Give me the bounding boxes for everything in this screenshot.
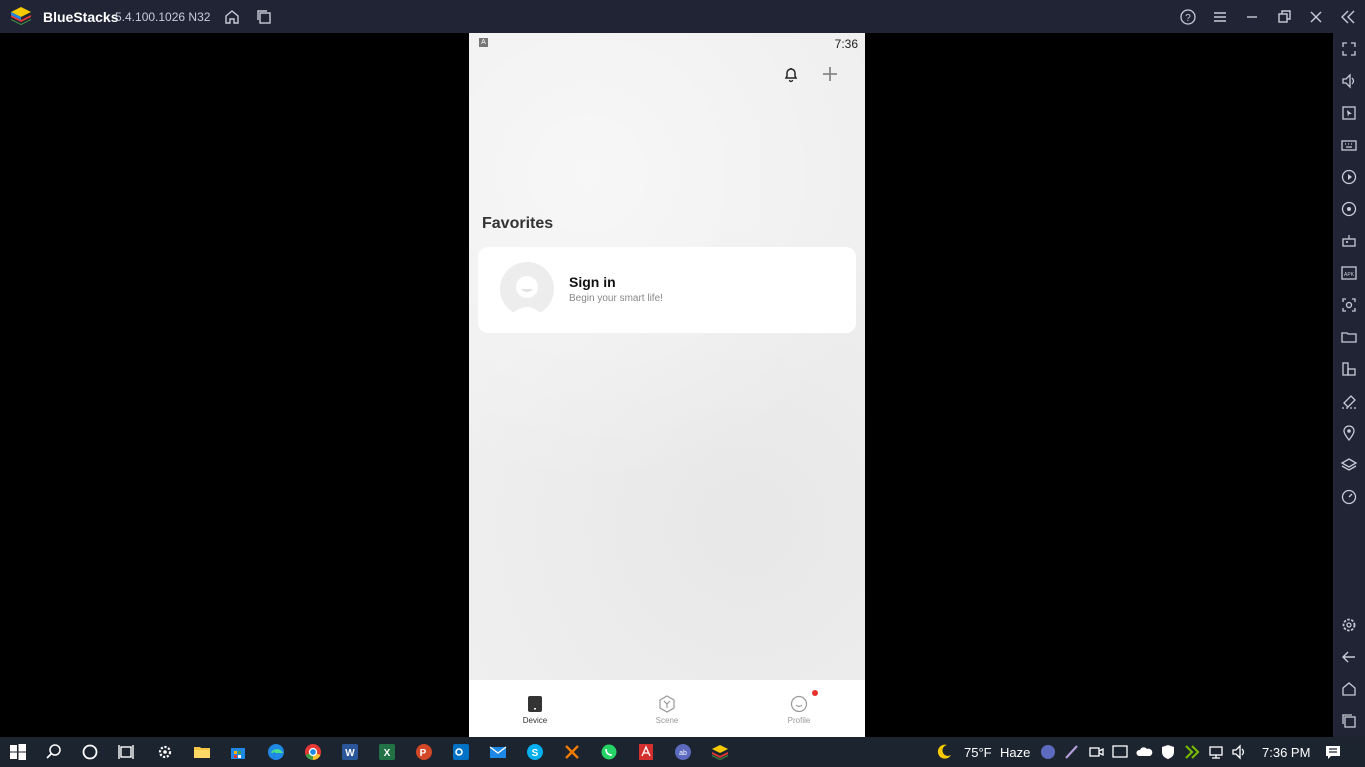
windows-start-icon[interactable] [9,743,27,761]
pointer-icon[interactable] [1340,104,1358,122]
phone-screen: A 7:36 Favorites Sign in Begin your smar… [469,33,865,737]
speaker-icon[interactable] [1231,743,1249,761]
folder-icon[interactable] [1340,328,1358,346]
multi-instance-icon[interactable] [255,8,273,26]
onedrive-icon[interactable] [1135,743,1153,761]
nav-profile[interactable]: Profile [733,680,865,737]
skype-icon[interactable]: S [526,743,544,761]
sign-in-subtitle: Begin your smart life! [569,293,663,304]
back-icon[interactable] [1340,648,1358,666]
x-app-icon[interactable] [563,743,581,761]
pen-icon[interactable] [1063,743,1081,761]
weather-temp: 75°F [964,745,992,760]
app-ab-icon[interactable]: ab [674,743,692,761]
clock[interactable]: 7:36 PM [1262,745,1310,760]
scene-icon [658,695,676,713]
favorites-title: Favorites [482,215,554,232]
store-icon[interactable] [229,743,247,761]
device-icon [526,695,544,713]
restore-icon[interactable] [1275,8,1293,26]
apk-icon[interactable]: APK [1340,264,1358,282]
macro-icon[interactable] [1340,168,1358,186]
title-bar: BlueStacks 5.4.100.1026 N32 ? [0,0,1365,33]
settings-icon[interactable] [1340,616,1358,634]
status-time: 7:36 [834,37,858,51]
android-home-icon[interactable] [1340,680,1358,698]
acrobat-icon[interactable] [637,743,655,761]
right-sidebar: APK [1333,33,1365,737]
close-icon[interactable] [1307,8,1325,26]
svg-text:S: S [532,748,539,759]
gamepad-icon[interactable] [1340,232,1358,250]
svg-text:?: ? [1185,13,1191,24]
profile-icon [790,695,808,713]
cortana-icon[interactable] [81,743,99,761]
app-name: BlueStacks [43,9,119,25]
sign-in-card[interactable]: Sign in Begin your smart life! [478,247,856,333]
home-icon[interactable] [223,8,241,26]
network-icon[interactable] [1207,743,1225,761]
collapse-icon[interactable] [1339,8,1357,26]
task-view-icon[interactable] [117,743,135,761]
bell-icon[interactable] [782,65,800,83]
nav-device-label: Device [522,716,548,725]
outlook-icon[interactable] [452,743,470,761]
volume-icon[interactable] [1340,72,1358,90]
speed-icon[interactable] [1340,488,1358,506]
svg-text:P: P [420,748,427,759]
meet-icon[interactable] [1087,743,1105,761]
add-device-icon[interactable] [820,64,840,84]
avatar [500,262,554,316]
search-icon[interactable] [45,743,63,761]
chrome-icon[interactable] [304,743,322,761]
fullscreen-icon[interactable] [1340,40,1358,58]
bluestacks-logo [10,6,32,26]
bluestacks-taskbar-icon[interactable] [711,743,729,761]
layers-icon[interactable] [1340,456,1358,474]
whatsapp-icon[interactable] [600,743,618,761]
screenshot-icon[interactable] [1340,296,1358,314]
resize-icon[interactable] [1340,360,1358,378]
svg-text:ab: ab [679,750,687,757]
screen-icon[interactable] [1111,743,1129,761]
notification-center-icon[interactable] [1324,743,1342,761]
app-version: 5.4.100.1026 N32 [115,10,211,24]
edge-icon[interactable] [267,743,285,761]
nav-profile-label: Profile [787,716,811,725]
notification-badge [812,690,818,696]
nav-scene-label: Scene [655,716,679,725]
menu-icon[interactable] [1211,8,1229,26]
recents-icon[interactable] [1340,712,1358,730]
excel-icon[interactable]: X [378,743,396,761]
bottom-nav: Device Scene Profile [469,680,865,737]
svg-text:X: X [384,748,391,759]
erase-icon[interactable] [1340,392,1358,410]
help-icon[interactable]: ? [1179,8,1197,26]
nav-device[interactable]: Device [469,680,601,737]
status-notification-icon: A [479,38,488,47]
svg-text:W: W [345,748,355,759]
keyboard-icon[interactable] [1340,136,1358,154]
nav-scene[interactable]: Scene [601,680,733,737]
taskbar: W X P S ab 75°F Haze 7:36 PM [0,737,1365,767]
svg-text:APK: APK [1344,272,1355,278]
tray-app-icon[interactable] [1039,743,1057,761]
rotate-icon[interactable] [1340,200,1358,218]
nvidia-icon[interactable] [1183,743,1201,761]
powerpoint-icon[interactable]: P [415,743,433,761]
sign-in-title: Sign in [569,274,616,290]
weather-text: Haze [1000,745,1031,760]
weather-moon-icon [935,743,953,761]
word-icon[interactable]: W [341,743,359,761]
minimize-icon[interactable] [1243,8,1261,26]
defender-icon[interactable] [1159,743,1177,761]
settings-app-icon[interactable] [156,743,174,761]
mail-icon[interactable] [489,743,507,761]
file-explorer-icon[interactable] [193,743,211,761]
location-icon[interactable] [1340,424,1358,442]
